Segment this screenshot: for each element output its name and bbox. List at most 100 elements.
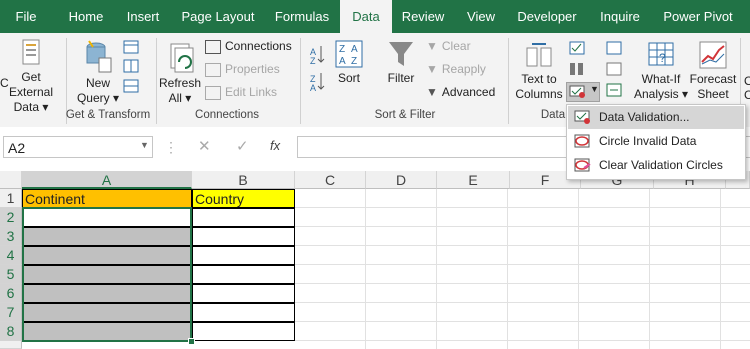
row-header-6[interactable]: 6 bbox=[0, 284, 22, 303]
refresh-icon bbox=[170, 43, 194, 73]
tab-data[interactable]: Data bbox=[340, 0, 392, 33]
tab-developer[interactable]: Developer bbox=[512, 0, 582, 33]
connections-button[interactable]: Connections bbox=[205, 39, 292, 54]
name-box-dropdown-icon[interactable]: ▼ bbox=[140, 140, 149, 150]
row-header-4[interactable]: 4 bbox=[0, 246, 22, 265]
data-tools-small-icons-2 bbox=[606, 41, 622, 97]
svg-text:A: A bbox=[310, 83, 316, 92]
what-if-label-2: Analysis ▾ bbox=[633, 87, 689, 101]
tab-view[interactable]: View bbox=[458, 0, 504, 33]
data-validation-icon bbox=[569, 85, 585, 98]
what-if-icon: ? bbox=[648, 42, 674, 66]
row-header-9[interactable] bbox=[0, 341, 22, 349]
sort-icon: Z AA Z bbox=[335, 40, 363, 68]
filter-label: Filter bbox=[387, 71, 415, 85]
menu-item-data-validation[interactable]: Data Validation... bbox=[568, 106, 744, 129]
tab-page-layout[interactable]: Page Layout bbox=[178, 0, 258, 33]
advanced-button[interactable]: ▼ Advanced bbox=[426, 85, 495, 99]
row-header-2[interactable]: 2 bbox=[0, 208, 22, 227]
cell-b5[interactable] bbox=[192, 265, 295, 284]
edit-links-icon bbox=[205, 85, 221, 100]
data-validation-menu: Data Validation... Circle Invalid Data C… bbox=[566, 104, 746, 180]
tab-file[interactable]: File bbox=[4, 0, 48, 33]
cancel-icon[interactable]: ✕ bbox=[198, 137, 211, 155]
query-small-icons bbox=[123, 40, 139, 93]
svg-text:A: A bbox=[339, 56, 346, 67]
refresh-label-2: All ▾ bbox=[168, 91, 192, 105]
menu-item-label: Clear Validation Circles bbox=[599, 158, 723, 172]
text-to-columns-button[interactable]: Text to Columns bbox=[512, 40, 566, 102]
tab-formulas[interactable]: Formulas bbox=[270, 0, 334, 33]
forecast-sheet-button[interactable]: Forecast Sheet bbox=[688, 40, 738, 102]
enter-check-icon[interactable]: ✓ bbox=[236, 137, 249, 155]
offscreen-button-partial[interactable]: C bbox=[0, 76, 9, 90]
row-header-8[interactable]: 8 bbox=[0, 322, 22, 341]
column-header-e[interactable]: E bbox=[437, 171, 510, 189]
group-separator bbox=[508, 38, 509, 124]
tab-inquire[interactable]: Inquire bbox=[592, 0, 648, 33]
cell-b7[interactable] bbox=[192, 303, 295, 322]
row-header-5[interactable]: 5 bbox=[0, 265, 22, 284]
refresh-label-1: Refresh bbox=[158, 76, 202, 90]
cell-b1[interactable]: Country bbox=[192, 189, 295, 208]
outline-button-partial[interactable]: O bbox=[744, 74, 750, 88]
column-header-c[interactable]: C bbox=[295, 171, 366, 189]
database-icon bbox=[22, 39, 40, 65]
cell-b2[interactable] bbox=[192, 208, 295, 227]
menu-item-clear-validation-circles[interactable]: Clear Validation Circles bbox=[568, 154, 744, 177]
reapply-label: Reapply bbox=[441, 62, 486, 76]
sort-button[interactable]: ZAAZ Sort bbox=[332, 40, 366, 86]
data-validation-button[interactable]: ▼ bbox=[566, 82, 600, 102]
column-header-d[interactable]: D bbox=[366, 171, 437, 189]
chevron-down-icon: ▼ bbox=[590, 84, 599, 94]
refresh-all-button[interactable]: Refresh All ▾ bbox=[158, 40, 202, 106]
column-header-a[interactable]: A bbox=[22, 171, 192, 189]
properties-button[interactable]: Properties bbox=[205, 62, 280, 77]
sort-az-icons: AZZA bbox=[310, 46, 325, 92]
group-label-sort-filter: Sort & Filter bbox=[374, 109, 436, 121]
group-label-connections: Connections bbox=[195, 109, 259, 121]
svg-text:Z: Z bbox=[339, 44, 345, 55]
advanced-label: Advanced bbox=[441, 85, 496, 99]
data-tools-small-icons bbox=[569, 41, 585, 75]
what-if-analysis-button[interactable]: ? What-If Analysis ▾ bbox=[632, 40, 690, 102]
new-query-label-2: Query ▾ bbox=[76, 91, 120, 105]
text-to-columns-icon bbox=[526, 43, 552, 67]
cell-b8[interactable] bbox=[192, 322, 295, 341]
properties-label: Properties bbox=[225, 62, 280, 76]
clear-button[interactable]: ▼ Clear bbox=[426, 39, 471, 53]
clear-label: Clear bbox=[441, 39, 471, 53]
grid-area[interactable] bbox=[295, 189, 750, 349]
circle-invalid-icon bbox=[574, 134, 590, 148]
svg-text:?: ? bbox=[659, 51, 666, 65]
edit-links-button[interactable]: Edit Links bbox=[205, 85, 277, 100]
edit-links-label: Edit Links bbox=[225, 85, 278, 99]
row-header-1[interactable]: 1 bbox=[0, 189, 22, 208]
tab-home[interactable]: Home bbox=[58, 0, 114, 33]
cell-b4[interactable] bbox=[192, 246, 295, 265]
new-query-label-1: New bbox=[85, 76, 110, 90]
select-all-corner[interactable] bbox=[0, 171, 22, 189]
cell-a1[interactable]: Continent bbox=[22, 189, 192, 208]
svg-text:Z: Z bbox=[310, 56, 316, 66]
fill-handle[interactable] bbox=[188, 338, 195, 345]
tab-review[interactable]: Review bbox=[396, 0, 450, 33]
connections-label: Connections bbox=[225, 39, 292, 53]
menu-item-circle-invalid-data[interactable]: Circle Invalid Data bbox=[568, 130, 744, 153]
outline-button-partial-2[interactable]: C bbox=[744, 88, 750, 102]
tab-power-pivot[interactable]: Power Pivot bbox=[656, 0, 740, 33]
forecast-chart-icon bbox=[699, 41, 727, 69]
insert-function-icon[interactable]: fx bbox=[270, 138, 280, 153]
row-header-3[interactable]: 3 bbox=[0, 227, 22, 246]
row-header-7[interactable]: 7 bbox=[0, 303, 22, 322]
cell-b6[interactable] bbox=[192, 284, 295, 303]
reapply-button[interactable]: ▼ Reapply bbox=[426, 62, 486, 76]
filter-button[interactable]: Filter bbox=[382, 40, 420, 86]
column-header-b[interactable]: B bbox=[192, 171, 295, 189]
cell-b3[interactable] bbox=[192, 227, 295, 246]
reapply-icon: ▼ bbox=[426, 62, 438, 76]
name-box[interactable]: A2 bbox=[3, 136, 153, 158]
new-query-button[interactable]: New Query ▾ bbox=[76, 38, 120, 106]
tab-insert[interactable]: Insert bbox=[118, 0, 168, 33]
get-external-data-button[interactable]: Get External Data ▾ bbox=[0, 38, 62, 115]
